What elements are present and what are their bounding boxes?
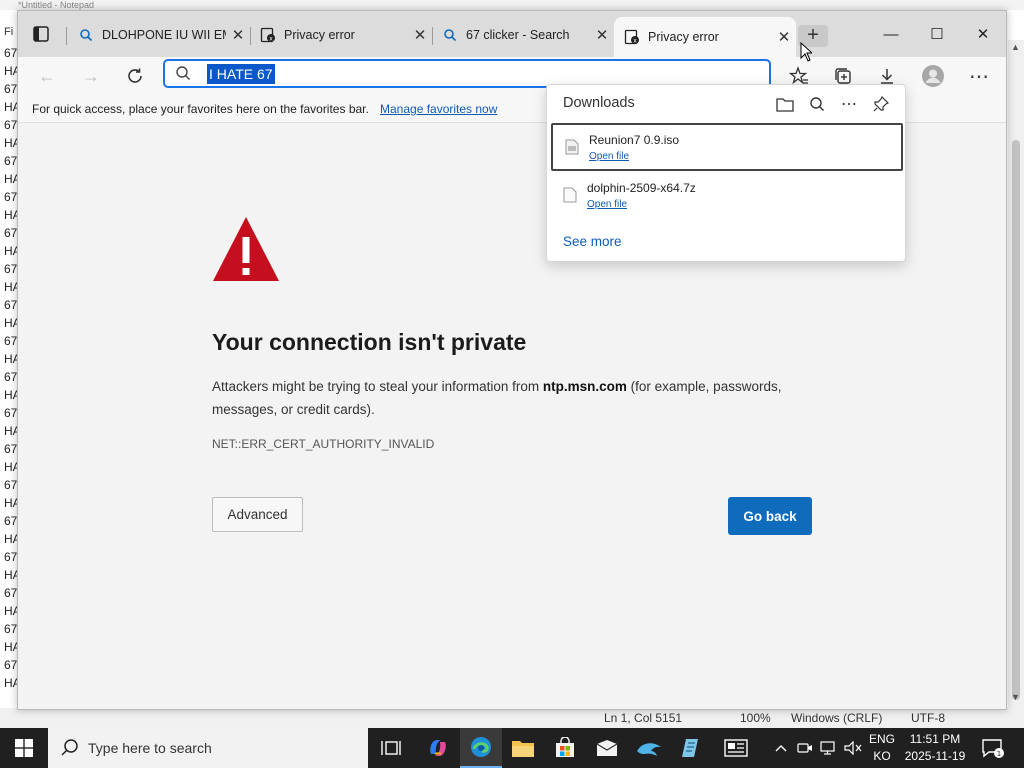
search-icon <box>175 65 191 86</box>
error-code: NET::ERR_CERT_AUTHORITY_INVALID <box>212 437 435 451</box>
error-title: Your connection isn't private <box>212 329 527 355</box>
svg-text:x: x <box>269 36 273 43</box>
folder-icon[interactable] <box>774 93 796 115</box>
taskbar: Type here to search ENG KO 11:51 PM 2025… <box>0 728 1024 768</box>
notepad-menu-file[interactable]: Fi <box>4 26 13 38</box>
tab-label: DLOHPONE IU WII EMU <box>102 28 226 42</box>
notepad-icon[interactable] <box>670 728 712 768</box>
more-menu-icon[interactable]: ⋯ <box>964 61 994 91</box>
forward-arrow-icon[interactable]: → <box>76 61 106 91</box>
tab-strip: DLOHPONE IU WII EMU ✕ x Privacy error ✕ … <box>18 11 1006 57</box>
status-position: Ln 1, Col 5151 <box>604 711 683 725</box>
clock-date: 2025-11-19 <box>904 749 966 763</box>
tab-close-icon[interactable]: ✕ <box>408 26 432 44</box>
tab-label: Privacy error <box>284 28 355 42</box>
taskbar-search-box[interactable]: Type here to search <box>48 728 368 768</box>
notepad-title: *Untitled - Notepad <box>0 0 1024 10</box>
scroll-down-icon[interactable]: ▼ <box>1011 692 1020 702</box>
clock-time: 11:51 PM <box>909 732 961 746</box>
search-icon <box>78 27 94 43</box>
open-file-link[interactable]: Open file <box>589 151 629 162</box>
downloads-flyout: Downloads ⋯ Reunion7 0.9.iso Open file d… <box>546 84 906 262</box>
mail-icon[interactable] <box>586 728 628 768</box>
warning-triangle-icon <box>212 215 280 288</box>
tab-label: Privacy error <box>648 30 719 44</box>
search-icon[interactable] <box>806 93 828 115</box>
tab-67-clicker[interactable]: 67 clicker - Search ✕ <box>432 19 614 51</box>
refresh-icon[interactable] <box>120 61 150 91</box>
svg-text:x: x <box>633 38 637 45</box>
go-back-button[interactable]: Go back <box>728 497 812 535</box>
error-host: ntp.msn.com <box>542 379 627 394</box>
meet-now-icon[interactable] <box>796 728 814 768</box>
windows-start-icon[interactable] <box>0 728 48 768</box>
network-icon[interactable] <box>819 728 839 768</box>
tab-close-icon[interactable]: ✕ <box>590 26 614 44</box>
cert-error-icon: x <box>260 27 276 43</box>
notepad-status-bar: Ln 1, Col 5151 100% Windows (CRLF) UTF-8 <box>0 708 1024 728</box>
tab-close-icon[interactable]: ✕ <box>226 26 250 44</box>
status-zoom: 100% <box>740 711 771 725</box>
error-description: Attackers might be trying to steal your … <box>212 375 832 421</box>
download-item[interactable]: dolphin-2509-x64.7z Open file <box>551 173 903 221</box>
news-widget-icon[interactable] <box>715 728 757 768</box>
tab-privacy-error-active[interactable]: x Privacy error ✕ <box>614 17 796 57</box>
lang-primary: ENG <box>868 732 895 746</box>
input-language-indicator[interactable]: ENG KO <box>866 731 898 765</box>
downloads-title: Downloads <box>563 95 635 111</box>
file-icon <box>563 187 577 208</box>
edge-browser-icon[interactable] <box>460 728 502 768</box>
lang-secondary: KO <box>873 749 891 763</box>
cert-error-icon: x <box>624 29 640 45</box>
back-arrow-icon[interactable]: ← <box>32 61 62 91</box>
minimize-button[interactable]: — <box>868 21 914 49</box>
address-input[interactable]: I HATE 67 <box>207 64 275 84</box>
close-button[interactable]: ✕ <box>960 21 1006 49</box>
scroll-up-icon[interactable]: ▲ <box>1011 42 1020 52</box>
iso-file-icon <box>565 139 579 160</box>
mouse-cursor-icon <box>800 41 814 67</box>
tab-close-icon[interactable]: ✕ <box>772 28 796 46</box>
tab-label: 67 clicker - Search <box>466 28 570 42</box>
tab-actions-icon[interactable] <box>32 25 50 43</box>
system-clock[interactable]: 11:51 PM 2025-11-19 <box>902 731 968 765</box>
notepad-scrollbar[interactable]: ▲ ▼ <box>1008 40 1024 708</box>
pin-icon[interactable] <box>870 93 892 115</box>
dolphin-emulator-icon[interactable] <box>628 728 670 768</box>
file-explorer-icon[interactable] <box>502 728 544 768</box>
see-more-link[interactable]: See more <box>563 234 622 249</box>
maximize-button[interactable]: ☐ <box>914 21 960 49</box>
notification-icon[interactable]: 1 <box>980 736 1004 760</box>
profile-avatar-icon[interactable] <box>918 61 948 91</box>
open-file-link[interactable]: Open file <box>587 199 627 210</box>
favorites-hint: For quick access, place your favorites h… <box>32 102 369 116</box>
download-filename: dolphin-2509-x64.7z <box>587 181 696 195</box>
status-encoding: UTF-8 <box>911 711 945 725</box>
advanced-button[interactable]: Advanced <box>212 497 303 532</box>
scrollbar-thumb[interactable] <box>1012 140 1020 700</box>
tab-privacy-error-1[interactable]: x Privacy error ✕ <box>250 19 432 51</box>
microsoft-store-icon[interactable] <box>544 728 586 768</box>
manage-favorites-link[interactable]: Manage favorites now <box>380 102 497 116</box>
more-options-icon[interactable]: ⋯ <box>838 93 860 115</box>
taskbar-search-placeholder: Type here to search <box>88 740 212 756</box>
search-icon <box>60 738 80 761</box>
chevron-up-icon[interactable] <box>772 728 790 768</box>
status-line-ending: Windows (CRLF) <box>791 711 883 725</box>
volume-muted-icon[interactable] <box>843 728 863 768</box>
error-desc-prefix: Attackers might be trying to steal your … <box>212 379 543 394</box>
task-view-icon[interactable] <box>370 728 412 768</box>
svg-text:1: 1 <box>997 750 1001 758</box>
tab-dlohpone[interactable]: DLOHPONE IU WII EMU ✕ <box>68 19 250 51</box>
download-filename: Reunion7 0.9.iso <box>589 133 680 147</box>
copilot-icon[interactable] <box>417 728 459 768</box>
search-icon <box>442 27 458 43</box>
download-item[interactable]: Reunion7 0.9.iso Open file <box>551 123 903 171</box>
